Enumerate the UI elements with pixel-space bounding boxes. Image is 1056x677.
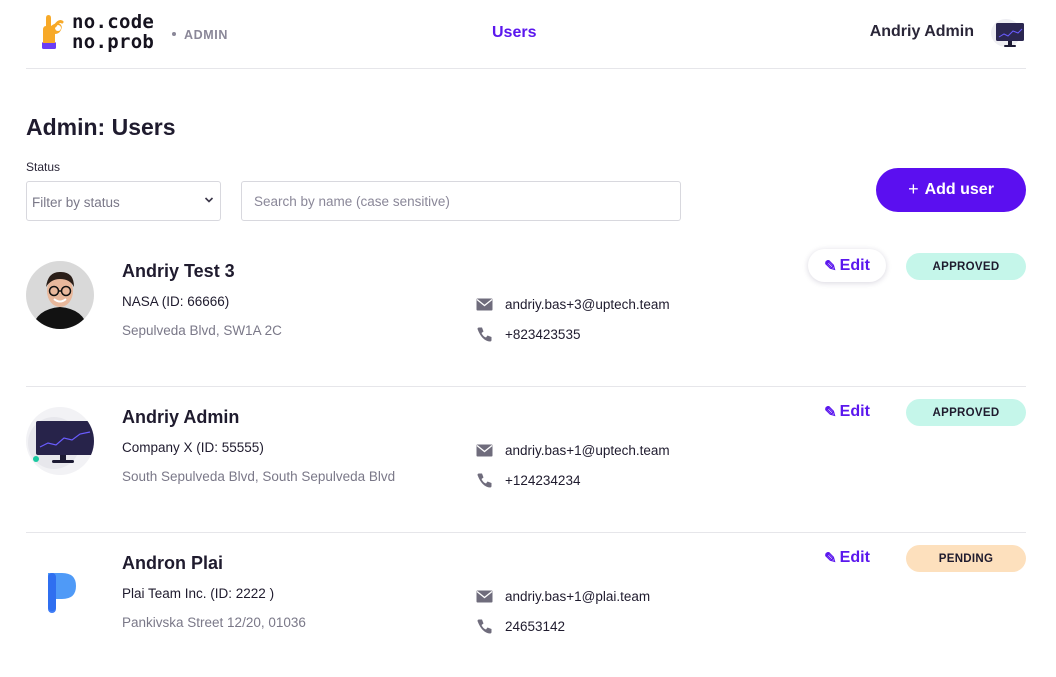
add-user-label: Add user xyxy=(924,181,994,198)
user-phone-text: +823423535 xyxy=(505,327,581,342)
top-header: no.code no.prob ADMIN Users Andriy Admin xyxy=(26,0,1026,69)
user-address: Sepulveda Blvd, SW1A 2C xyxy=(122,323,282,338)
user-phone[interactable]: 24653142 xyxy=(476,618,565,635)
envelope-icon xyxy=(476,590,493,603)
user-email[interactable]: andriy.bas+1@uptech.team xyxy=(476,442,670,459)
user-email-text: andriy.bas+1@uptech.team xyxy=(505,443,670,458)
status-badge: APPROVED xyxy=(906,253,1026,280)
user-phone[interactable]: +823423535 xyxy=(476,326,580,343)
pencil-icon: ✎ xyxy=(824,257,837,275)
user-phone-text: +124234234 xyxy=(505,473,581,488)
user-company: Plai Team Inc. (ID: 2222 ) xyxy=(122,586,275,601)
user-email-text: andriy.bas+1@plai.team xyxy=(505,589,651,604)
phone-icon xyxy=(477,619,492,634)
user-email-text: andriy.bas+3@uptech.team xyxy=(505,297,670,312)
logo-line-2: no.prob xyxy=(72,31,155,53)
edit-button[interactable]: ✎ Edit xyxy=(808,395,886,428)
user-row: Andriy Admin Company X (ID: 55555) South… xyxy=(26,387,1026,533)
user-phone-text: 24653142 xyxy=(505,619,566,634)
user-company: Company X (ID: 55555) xyxy=(122,440,264,455)
user-company: NASA (ID: 66666) xyxy=(122,294,230,309)
avatar xyxy=(26,261,94,329)
page-title: Admin: Users xyxy=(26,114,176,140)
admin-tag-label: ADMIN xyxy=(184,28,228,42)
monitor-avatar-icon xyxy=(26,407,94,475)
dot-separator xyxy=(172,31,176,36)
envelope-icon xyxy=(476,298,493,311)
edit-button[interactable]: ✎ Edit xyxy=(808,541,886,574)
pencil-icon: ✎ xyxy=(824,549,837,567)
ok-hand-logo-icon[interactable] xyxy=(38,12,68,52)
user-address: Pankivska Street 12/20, 01036 xyxy=(122,615,306,630)
logo-text[interactable]: no.code no.prob xyxy=(72,12,154,52)
avatar xyxy=(26,553,94,621)
status-filter-select[interactable]: Filter by status xyxy=(26,181,221,221)
add-user-button[interactable]: + Add user xyxy=(876,168,1026,212)
user-name[interactable]: Andriy Test 3 xyxy=(122,261,235,282)
user-address: South Sepulveda Blvd, South Sepulveda Bl… xyxy=(122,469,396,484)
edit-label: Edit xyxy=(839,256,870,274)
user-row: Andron Plai Plai Team Inc. (ID: 2222 ) P… xyxy=(26,533,1026,677)
pencil-icon: ✎ xyxy=(824,403,837,421)
logo-line-1: no.code xyxy=(72,11,155,33)
current-user-name[interactable]: Andriy Admin xyxy=(870,23,974,41)
plus-icon: + xyxy=(908,178,919,199)
user-email[interactable]: andriy.bas+1@plai.team xyxy=(476,588,650,605)
status-filter-value: Filter by status xyxy=(32,195,120,210)
search-input[interactable] xyxy=(241,181,681,221)
plai-logo-avatar-icon xyxy=(26,553,94,621)
person-photo-avatar-icon xyxy=(26,261,94,329)
user-name[interactable]: Andriy Admin xyxy=(122,407,239,428)
user-phone[interactable]: +124234234 xyxy=(476,472,580,489)
user-email[interactable]: andriy.bas+3@uptech.team xyxy=(476,296,670,313)
status-label: Status xyxy=(26,160,61,174)
admin-tag: ADMIN xyxy=(172,28,228,42)
status-badge: APPROVED xyxy=(906,399,1026,426)
user-avatar-monitor-icon[interactable] xyxy=(990,17,1026,49)
edit-label: Edit xyxy=(839,548,870,566)
phone-icon xyxy=(477,327,492,342)
user-row: Andriy Test 3 NASA (ID: 66666) Sepulveda… xyxy=(26,241,1026,387)
status-badge: PENDING xyxy=(906,545,1026,572)
user-name[interactable]: Andron Plai xyxy=(122,553,223,574)
nav-link-users[interactable]: Users xyxy=(492,24,536,42)
avatar xyxy=(26,407,94,475)
phone-icon xyxy=(477,473,492,488)
edit-label: Edit xyxy=(839,402,870,420)
envelope-icon xyxy=(476,444,493,457)
edit-button[interactable]: ✎ Edit xyxy=(808,249,886,282)
chevron-down-icon xyxy=(204,197,214,203)
